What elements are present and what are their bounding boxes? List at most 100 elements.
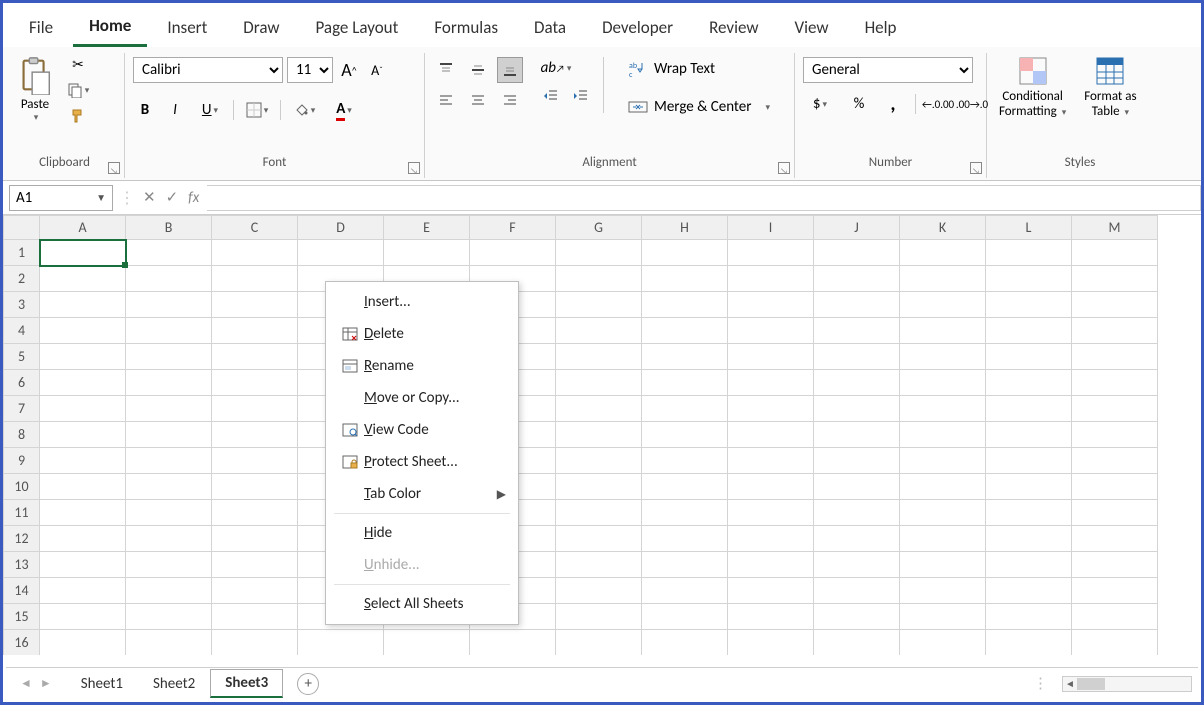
copy-button[interactable]: ▾ [65,79,91,101]
tab-draw[interactable]: Draw [227,11,295,46]
sheet-nav-next[interactable]: ► [40,676,52,691]
tab-formulas[interactable]: Formulas [418,11,514,46]
tab-review[interactable]: Review [693,11,774,46]
underline-button[interactable]: U▾ [193,99,227,121]
format-as-table-button[interactable]: Format as Table ▾ [1080,53,1140,121]
row-header[interactable]: 5 [4,344,40,370]
row-header[interactable]: 4 [4,318,40,344]
align-center-button[interactable] [465,87,491,113]
tab-help[interactable]: Help [849,11,913,46]
decrease-font-button[interactable]: Aˇ [365,59,389,81]
paste-button[interactable]: Paste ▾ [13,53,57,125]
row-header[interactable]: 6 [4,370,40,396]
row-header[interactable]: 1 [4,240,40,266]
font-launcher[interactable] [408,162,420,174]
align-top-button[interactable] [433,57,459,83]
align-bottom-button[interactable] [497,57,523,83]
tab-view[interactable]: View [779,11,845,46]
tab-insert[interactable]: Insert [151,11,223,46]
context-delete[interactable]: Delete [326,318,518,350]
col-header[interactable]: C [212,216,298,240]
formula-input[interactable] [207,185,1201,211]
tab-home[interactable]: Home [73,9,147,47]
context-insert[interactable]: Insert... [326,286,518,318]
format-painter-button[interactable] [65,105,91,127]
conditional-formatting-button[interactable]: Conditional Formatting ▾ [995,53,1070,121]
context-view-code[interactable]: View Code [326,414,518,446]
enter-formula-button[interactable]: ✓ [166,188,179,207]
sheet-tab-1[interactable]: Sheet1 [66,670,138,698]
new-sheet-button[interactable]: + [297,673,319,695]
fx-button[interactable]: fx [188,189,199,207]
decrease-indent-button[interactable] [539,85,563,107]
row-header[interactable]: 7 [4,396,40,422]
row-header[interactable]: 2 [4,266,40,292]
row-header[interactable]: 8 [4,422,40,448]
context-tab-color[interactable]: Tab Color▶ [326,478,518,510]
col-header[interactable]: D [298,216,384,240]
orientation-button[interactable]: ab↗▾ [539,57,573,79]
row-header[interactable]: 12 [4,526,40,552]
cell-a1[interactable] [40,240,126,266]
tab-page-layout[interactable]: Page Layout [300,11,415,46]
row-header[interactable]: 10 [4,474,40,500]
col-header[interactable]: A [40,216,126,240]
sheet-nav-prev[interactable]: ◄ [20,676,32,691]
sheet-tab-2[interactable]: Sheet2 [138,670,210,698]
context-protect-sheet[interactable]: Protect Sheet... [326,446,518,478]
cancel-formula-button[interactable]: ✕ [143,188,156,207]
col-header[interactable]: J [814,216,900,240]
horizontal-scrollbar[interactable]: ◄ [1062,676,1192,692]
number-launcher[interactable] [970,162,982,174]
row-header[interactable]: 15 [4,604,40,630]
col-header[interactable]: F [470,216,556,240]
row-header[interactable]: 9 [4,448,40,474]
context-move-copy[interactable]: Move or Copy... [326,382,518,414]
increase-decimal-button[interactable]: ←.0.00 [926,93,950,115]
col-header[interactable]: G [556,216,642,240]
tab-data[interactable]: Data [518,11,582,46]
sheet-tab-3[interactable]: Sheet3 [210,669,283,698]
col-header[interactable]: L [986,216,1072,240]
col-header[interactable]: B [126,216,212,240]
col-header[interactable]: E [384,216,470,240]
number-format-select[interactable]: General [803,57,973,83]
cut-button[interactable]: ✂ [65,53,91,75]
align-left-button[interactable] [433,87,459,113]
clipboard-launcher[interactable] [108,162,120,174]
increase-indent-button[interactable] [569,85,593,107]
decrease-decimal-button[interactable]: .00→.0 [960,93,984,115]
context-hide[interactable]: Hide [326,517,518,549]
context-rename[interactable]: Rename [326,350,518,382]
borders-button[interactable]: ▾ [240,99,274,121]
tab-file[interactable]: File [13,11,69,46]
bold-button[interactable]: B [133,99,157,121]
font-name-select[interactable]: Calibri [133,57,283,83]
row-header[interactable]: 16 [4,630,40,656]
percent-format-button[interactable]: % [847,93,871,115]
align-right-button[interactable] [497,87,523,113]
worksheet-grid[interactable]: A B C D E F G H I J K L M 1 2 3 4 5 6 7 … [3,215,1201,655]
row-header[interactable]: 13 [4,552,40,578]
comma-format-button[interactable]: , [881,93,905,115]
align-middle-button[interactable] [465,57,491,83]
name-box[interactable]: A1 ▼ [9,185,113,211]
accounting-format-button[interactable]: $▾ [803,93,837,115]
select-all-corner[interactable] [4,216,40,240]
tab-developer[interactable]: Developer [586,11,689,46]
col-header[interactable]: M [1072,216,1158,240]
increase-font-button[interactable]: A^ [337,59,361,81]
font-color-button[interactable]: A▾ [327,99,361,121]
italic-button[interactable]: I [163,99,187,121]
row-header[interactable]: 3 [4,292,40,318]
fill-color-button[interactable]: ▾ [287,99,321,121]
row-header[interactable]: 11 [4,500,40,526]
col-header[interactable]: K [900,216,986,240]
row-header[interactable]: 14 [4,578,40,604]
merge-center-button[interactable]: Merge & Center▾ [626,95,772,119]
wrap-text-button[interactable]: abcWrap Text [626,57,772,81]
context-select-all-sheets[interactable]: Select All Sheets [326,588,518,620]
col-header[interactable]: H [642,216,728,240]
col-header[interactable]: I [728,216,814,240]
font-size-select[interactable]: 11 [287,57,333,83]
